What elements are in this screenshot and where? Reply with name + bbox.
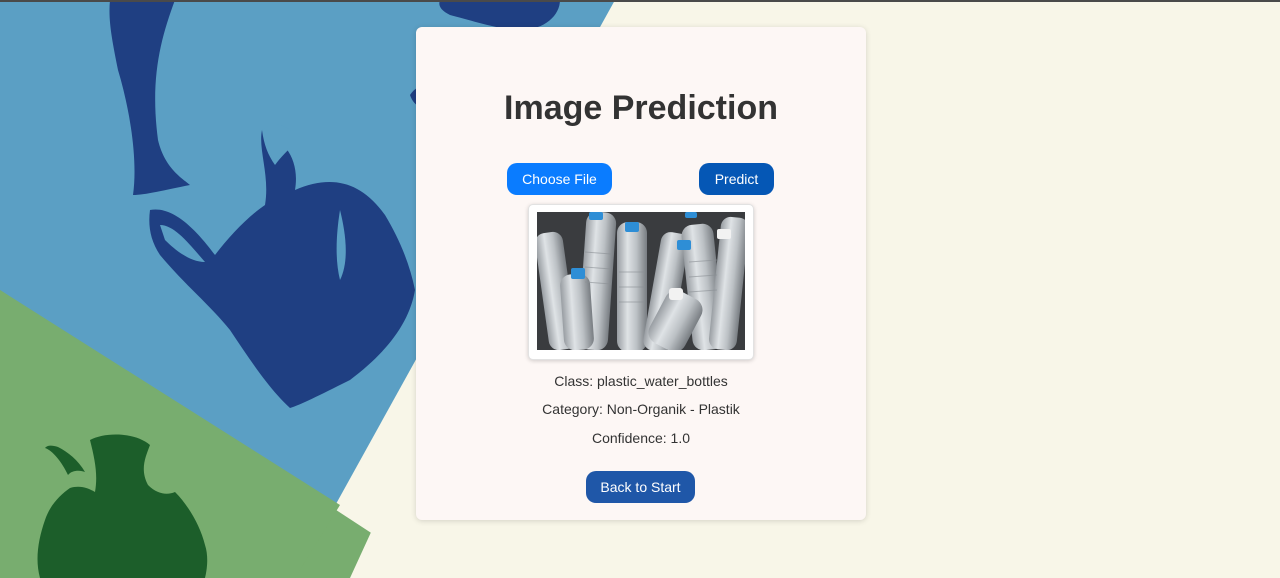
uploaded-image-preview: [528, 204, 754, 360]
prediction-confidence: Confidence: 1.0: [591, 430, 691, 446]
page-title: Image Prediction: [504, 89, 778, 127]
predict-button[interactable]: Predict: [699, 163, 774, 195]
window-top-border: [0, 0, 1280, 2]
prediction-class: Class: plastic_water_bottles: [554, 373, 728, 389]
choose-file-button[interactable]: Choose File: [507, 163, 612, 195]
plastic-bottles-photo: [537, 212, 745, 350]
back-to-start-button[interactable]: Back to Start: [586, 471, 695, 503]
prediction-card: Image Prediction Choose File Predict Cla…: [416, 27, 866, 520]
prediction-category: Category: Non-Organik - Plastik: [542, 401, 740, 417]
